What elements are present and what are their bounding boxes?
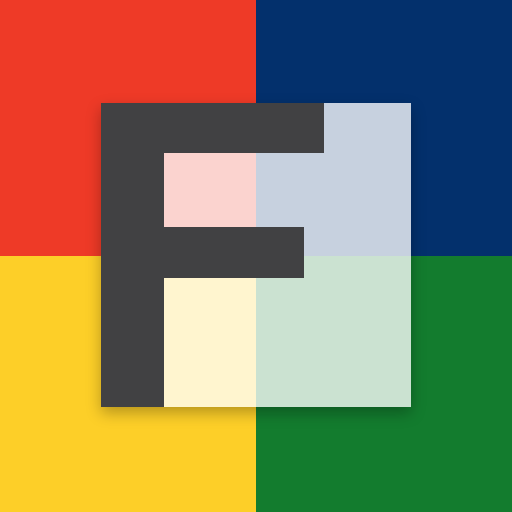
letter-f-icon bbox=[101, 103, 411, 407]
letter-f-shape bbox=[101, 103, 324, 407]
app-icon bbox=[0, 0, 512, 512]
